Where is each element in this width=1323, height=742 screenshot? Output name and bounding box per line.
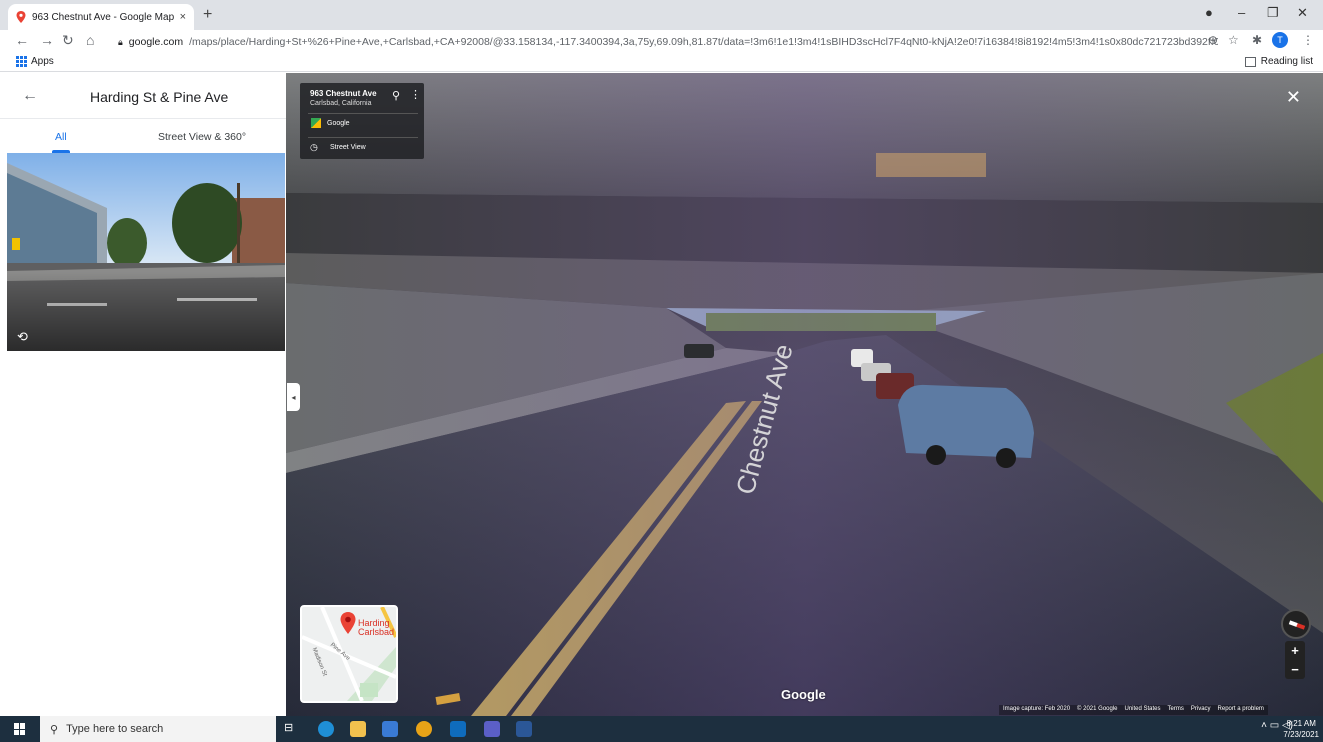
panel-header: ← Harding St & Pine Ave [0,73,286,119]
card-divider [308,137,418,138]
taskbar-clock[interactable]: 8:21 AM 7/23/2021 [1283,718,1319,740]
zoom-out-button[interactable]: − [1285,660,1305,679]
app-root: 963 Chestnut Ave - Google Maps × + ● – ❐… [0,0,1323,742]
tab-title: 963 Chestnut Ave - Google Maps [32,11,174,23]
teams-icon[interactable] [484,721,500,737]
attribution-bar: Image capture: Feb 2020 © 2021 Google Un… [999,705,1268,715]
street-view-scene: Chestnut Ave [286,73,1323,716]
profile-menu-icon[interactable]: ● [1205,5,1213,20]
minimap[interactable]: Harding Carlsbad Pine Ave Madison St [300,605,398,703]
more-options-icon[interactable]: ⋮ [410,88,421,101]
browser-menu-icon[interactable]: ⋮ [1302,33,1314,47]
region-link[interactable]: United States [1125,706,1161,714]
copyright: © 2021 Google [1077,706,1118,712]
image-capture-date: Image capture: Feb 2020 [1003,706,1071,712]
street-photo-thumbnail[interactable]: ⟲ [7,153,285,351]
collapse-panel-button[interactable]: ◂ [287,383,300,411]
panel-title: Harding St & Pine Ave [90,89,229,105]
reading-list-label: Reading list [1260,56,1313,67]
reading-list-icon [1244,56,1256,67]
apps-grid-icon [16,56,27,67]
compass-needle [1288,620,1306,630]
location-pin-icon [340,612,356,634]
location-title: 963 Chestnut Ave [310,89,377,98]
time-travel-clock-icon[interactable]: ◷ [310,142,318,153]
forward-arrow-icon[interactable]: → [40,32,54,48]
extensions-puzzle-icon[interactable]: ✱ [1252,33,1262,47]
compass-icon[interactable] [1281,609,1311,639]
maps-pin-icon [16,11,26,23]
windows-start-icon[interactable] [14,723,26,735]
street-view-mode-label: Street View [330,144,366,151]
report-problem-link[interactable]: Report a problem [1218,706,1264,714]
reading-list-button[interactable]: Reading list [1244,56,1313,67]
back-arrow-icon[interactable]: ← [15,32,29,48]
apps-label: Apps [31,56,54,67]
apps-shortcut[interactable]: Apps [16,56,54,67]
tab-close-icon[interactable]: × [180,11,186,23]
map-pin-icon[interactable]: ⚲ [392,89,400,102]
taskbar-search-placeholder: Type here to search [66,723,164,735]
close-street-view-icon[interactable]: ✕ [1286,87,1301,108]
photo-tabs: All Street View & 360° [0,123,286,153]
address-bar-row: ← → ↻ ⌂ 🔒︎ google.com/maps/place/Harding… [0,30,1323,54]
street-photo-image [7,153,285,351]
store-icon[interactable] [382,721,398,737]
minimize-icon[interactable]: – [1238,5,1245,20]
install-app-icon[interactable]: ⊕ [1208,33,1218,47]
search-icon: ⚲ [50,723,59,736]
profile-avatar[interactable]: T [1272,32,1288,48]
panorama-360-icon: ⟲ [17,329,28,344]
card-divider [308,113,418,114]
clock-time: 8:21 AM [1286,719,1316,728]
browser-tab-bar: 963 Chestnut Ave - Google Maps × + ● – ❐… [0,0,1323,30]
google-watermark: Google [781,687,826,702]
location-info-card: 963 Chestnut Ave Carlsbad, California ⚲ … [300,83,424,159]
maximize-icon[interactable]: ❐ [1267,5,1279,21]
file-explorer-icon[interactable] [350,721,366,737]
zoom-in-button[interactable]: + [1285,641,1305,660]
task-view-icon[interactable]: ⊟ [284,721,300,737]
street-view-viewport[interactable]: Chestnut Ave 963 Chestnut Ave Carlsbad, … [286,73,1323,716]
close-window-icon[interactable]: ✕ [1297,5,1308,21]
image-provider[interactable]: Google [327,120,350,127]
url-path: /maps/place/Harding+St+%26+Pine+Ave,+Car… [189,36,1218,48]
bookmarks-bar: Apps Reading list [0,54,1323,72]
edge-browser-icon[interactable] [318,721,334,737]
clock-date: 7/23/2021 [1283,730,1319,739]
windows-taskbar: ⚲ Type here to search ⊟ ˄ ▭ ◁) 8:21 AM 7… [0,716,1323,742]
url-host: google.com [128,36,184,48]
home-icon[interactable]: ⌂ [86,32,94,48]
browser-tab[interactable]: 963 Chestnut Ave - Google Maps × [8,4,194,30]
terms-link[interactable]: Terms [1168,706,1184,714]
outlook-icon[interactable] [450,721,466,737]
word-icon[interactable] [516,721,532,737]
photos-side-panel: ← Harding St & Pine Ave All Street View … [0,73,286,716]
zoom-control: + − [1285,641,1305,679]
tab-street-view-360[interactable]: Street View & 360° [158,131,246,143]
lock-icon: 🔒︎ [118,36,123,47]
chrome-icon[interactable] [416,721,432,737]
url-field[interactable]: 🔒︎ google.com/maps/place/Harding+St+%26+… [118,32,1218,52]
back-arrow-icon[interactable]: ← [22,87,38,105]
reload-icon[interactable]: ↻ [62,32,74,49]
google-logo-icon [311,118,321,128]
taskbar-search-box[interactable]: ⚲ Type here to search [40,716,276,742]
tab-all[interactable]: All [55,131,67,143]
privacy-link[interactable]: Privacy [1191,706,1211,714]
location-subtitle: Carlsbad, California [310,100,372,107]
bookmark-star-icon[interactable]: ☆ [1228,33,1239,47]
minimap-label-2: Carlsbad [358,627,395,637]
new-tab-button[interactable]: + [203,6,212,24]
